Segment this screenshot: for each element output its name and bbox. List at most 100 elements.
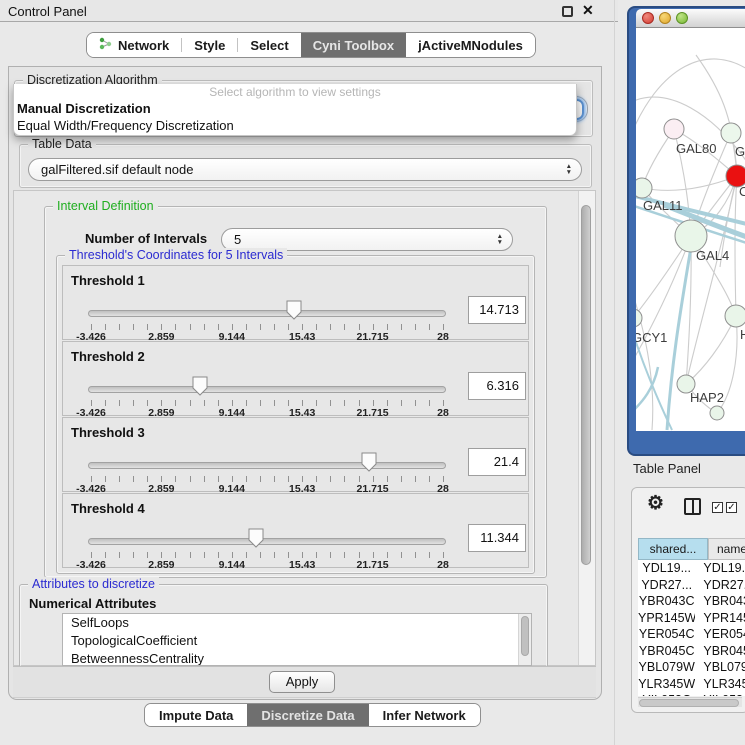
tick-mark bbox=[359, 324, 360, 330]
dropdown-option-equal-width-frequency[interactable]: Equal Width/Frequency Discretization bbox=[14, 117, 576, 134]
tab-label: Cyni Toolbox bbox=[313, 38, 394, 53]
network-node[interactable] bbox=[725, 305, 745, 327]
apply-button[interactable]: Apply bbox=[269, 671, 335, 693]
tab-style[interactable]: Style bbox=[182, 33, 237, 57]
network-edge[interactable] bbox=[642, 176, 737, 190]
slider-track[interactable] bbox=[88, 386, 446, 393]
tick-mark bbox=[218, 400, 219, 406]
table-row[interactable]: YIL053CYIL053C bbox=[638, 692, 745, 696]
panel-splitter[interactable] bbox=[614, 0, 615, 745]
checkbox-icon[interactable]: ✓ bbox=[726, 502, 737, 513]
dropdown-option-manual-discretization[interactable]: Manual Discretization bbox=[14, 100, 576, 117]
tick-mark bbox=[147, 552, 148, 558]
tick-mark bbox=[288, 552, 289, 558]
threshold-value-field[interactable]: 6.316 bbox=[468, 372, 526, 400]
cell-shared-name[interactable]: YDL19... bbox=[638, 560, 695, 577]
slider-track[interactable] bbox=[88, 462, 446, 469]
table-data-combobox[interactable]: galFiltered.sif default node ▲ ▼ bbox=[28, 158, 582, 181]
attribute-item[interactable]: TopologicalCoefficient bbox=[63, 632, 531, 650]
cell-name[interactable]: YBL079W bbox=[695, 659, 745, 676]
cell-name[interactable]: YIL053C bbox=[695, 692, 745, 696]
list-scrollbar-track[interactable] bbox=[518, 614, 531, 665]
cell-shared-name[interactable]: YDR27... bbox=[638, 577, 695, 594]
threshold-value-field[interactable]: 21.4 bbox=[468, 448, 526, 476]
network-edge[interactable] bbox=[686, 316, 736, 384]
cell-shared-name[interactable]: YBL079W bbox=[638, 659, 695, 676]
mac-zoom-button[interactable] bbox=[676, 12, 688, 24]
tab-label: Discretize Data bbox=[261, 708, 354, 723]
cell-shared-name[interactable]: YLR345W bbox=[638, 676, 695, 693]
columns-icon[interactable] bbox=[684, 498, 701, 515]
gear-icon[interactable]: ⚙ bbox=[647, 492, 664, 515]
network-window-titlebar[interactable] bbox=[636, 9, 745, 28]
tick-mark bbox=[204, 324, 205, 330]
network-node-label: GCY1 bbox=[636, 330, 667, 345]
table-row[interactable]: YLR345WYLR345W bbox=[638, 676, 745, 693]
network-node[interactable] bbox=[636, 178, 652, 198]
slider-thumb[interactable] bbox=[192, 376, 208, 397]
attribute-item[interactable]: BetweennessCentrality bbox=[63, 650, 531, 666]
mac-close-button[interactable] bbox=[642, 12, 654, 24]
tick-mark bbox=[274, 552, 275, 558]
list-scrollbar-thumb[interactable] bbox=[521, 616, 529, 656]
slider-track[interactable] bbox=[88, 310, 446, 317]
tick-mark bbox=[119, 324, 120, 330]
cell-name[interactable]: YBR043C bbox=[695, 593, 745, 610]
slider-track[interactable] bbox=[88, 538, 446, 545]
table-row[interactable]: YBL079WYBL079W bbox=[638, 659, 745, 676]
tick-mark bbox=[415, 476, 416, 482]
cell-name[interactable]: YER054C bbox=[695, 626, 745, 643]
cell-shared-name[interactable]: YPR145W bbox=[638, 610, 695, 627]
slider-thumb[interactable] bbox=[361, 452, 377, 473]
close-icon[interactable]: ✕ bbox=[582, 2, 594, 19]
float-window-icon[interactable] bbox=[562, 6, 573, 17]
tab-network[interactable]: Network bbox=[87, 33, 181, 57]
numerical-attributes-list[interactable]: SelfLoopsTopologicalCoefficientBetweenne… bbox=[62, 613, 532, 666]
horizontal-scrollbar-track[interactable] bbox=[638, 697, 742, 707]
horizontal-scrollbar-thumb[interactable] bbox=[639, 699, 739, 707]
cell-shared-name[interactable]: YBR045C bbox=[638, 643, 695, 660]
slider-thumb[interactable] bbox=[286, 300, 302, 321]
network-edge[interactable] bbox=[667, 247, 691, 430]
network-canvas[interactable]: GAL80GCGAL11GAL4GCY1HHAP2 bbox=[636, 28, 745, 431]
column-header-name[interactable]: name bbox=[708, 538, 745, 560]
tab-discretize-data[interactable]: Discretize Data bbox=[247, 704, 368, 726]
cell-shared-name[interactable]: YBR043C bbox=[638, 593, 695, 610]
cell-shared-name[interactable]: YIL053C bbox=[638, 692, 695, 696]
cell-name[interactable]: YLR345W bbox=[695, 676, 745, 693]
tick-mark bbox=[359, 400, 360, 406]
network-node[interactable] bbox=[721, 123, 741, 143]
combobox-stepper-icon[interactable]: ▲ ▼ bbox=[566, 164, 572, 175]
table-row[interactable]: YPR145WYPR145W bbox=[638, 610, 745, 627]
cell-name[interactable]: YPR145W bbox=[695, 610, 745, 627]
checkbox-icon[interactable]: ✓ bbox=[712, 502, 723, 513]
network-node[interactable] bbox=[710, 406, 724, 420]
tab-infer-network[interactable]: Infer Network bbox=[369, 704, 480, 726]
tab-label: Style bbox=[194, 38, 225, 53]
tab-cyni-toolbox[interactable]: Cyni Toolbox bbox=[301, 33, 406, 57]
cell-name[interactable]: YBR045C bbox=[695, 643, 745, 660]
slider-thumb[interactable] bbox=[248, 528, 264, 549]
tick-mark bbox=[288, 476, 289, 482]
tab-jactivemnodules[interactable]: jActiveMNodules bbox=[406, 33, 535, 57]
threshold-value-field[interactable]: 14.713 bbox=[468, 296, 526, 324]
column-header-shared-name[interactable]: shared... bbox=[638, 538, 708, 560]
tab-impute-data[interactable]: Impute Data bbox=[145, 704, 247, 726]
table-row[interactable]: YER054CYER054C bbox=[638, 626, 745, 643]
table-row[interactable]: YDR27...YDR27... bbox=[638, 577, 745, 594]
attribute-item[interactable]: SelfLoops bbox=[63, 614, 531, 632]
cell-name[interactable]: YDL19... bbox=[695, 560, 745, 577]
network-node[interactable] bbox=[664, 119, 684, 139]
combobox-stepper-icon[interactable]: ▲ ▼ bbox=[497, 234, 503, 245]
threshold-value-field[interactable]: 11.344 bbox=[468, 524, 526, 552]
mac-minimize-button[interactable] bbox=[659, 12, 671, 24]
table-row[interactable]: YBR045CYBR045C bbox=[638, 643, 745, 660]
cell-shared-name[interactable]: YER054C bbox=[638, 626, 695, 643]
table-row[interactable]: YBR043CYBR043C bbox=[638, 593, 745, 610]
table-row[interactable]: YDL19...YDL19... bbox=[638, 560, 745, 577]
network-edge[interactable] bbox=[735, 176, 737, 316]
tab-select[interactable]: Select bbox=[238, 33, 300, 57]
tick-mark bbox=[415, 552, 416, 558]
vertical-scrollbar-thumb[interactable] bbox=[581, 205, 591, 565]
cell-name[interactable]: YDR27... bbox=[695, 577, 745, 594]
